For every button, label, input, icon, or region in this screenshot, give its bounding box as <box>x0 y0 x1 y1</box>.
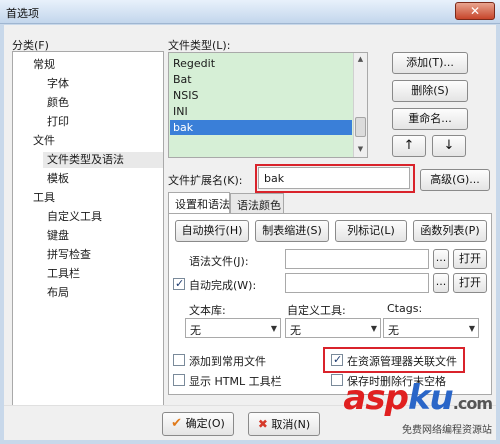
title-bar: 首选项 ✕ <box>0 0 500 24</box>
autocomplete-checkbox[interactable] <box>173 277 185 290</box>
tree-item-layout[interactable]: 布局 <box>47 285 69 301</box>
syntax-browse-button[interactable]: ... <box>433 249 449 269</box>
textlib-select[interactable]: 无 ▼ <box>185 318 281 338</box>
tree-item-keyboard[interactable]: 键盘 <box>47 228 69 244</box>
scroll-thumb[interactable] <box>355 117 366 137</box>
tab-syntax-colors[interactable]: 语法颜色 <box>230 193 284 213</box>
list-scrollbar[interactable]: ▲ ▼ <box>353 53 367 157</box>
scroll-down-icon[interactable]: ▼ <box>354 143 367 156</box>
delete-button[interactable]: 删除(S) <box>392 80 468 102</box>
arrow-down-icon: ↓ <box>443 138 455 153</box>
ctags-value: 无 <box>388 324 399 337</box>
tree-item-custom-tools[interactable]: 自定义工具 <box>47 209 102 225</box>
watermark-logo: aspku.com <box>343 378 493 418</box>
rename-button[interactable]: 重命名... <box>392 108 468 130</box>
add-button[interactable]: 添加(T)... <box>392 52 468 74</box>
watermark-tagline: 免费网络编程资源站 <box>402 425 492 436</box>
move-up-button[interactable]: ↑ <box>392 135 426 157</box>
show-html-checkbox[interactable] <box>173 374 185 386</box>
category-tree[interactable]: 常规 字体 颜色 打印 文件 文件类型及语法 模板 工具 自定义工具 键盘 拼写… <box>12 51 164 407</box>
cancel-button[interactable]: ✖ 取消(N) <box>248 412 320 436</box>
extension-label: 文件扩展名(K): <box>168 174 243 187</box>
add-common-checkbox[interactable] <box>173 354 185 366</box>
ok-button[interactable]: ✔ 确定(O) <box>162 412 234 436</box>
column-marker-button[interactable]: 列标记(L) <box>335 220 407 242</box>
list-item[interactable]: INI <box>173 104 188 119</box>
function-list-button[interactable]: 函数列表(P) <box>413 220 487 242</box>
close-icon: ✕ <box>469 4 481 18</box>
syntax-open-button[interactable]: 打开 <box>453 249 487 269</box>
tree-item-toolbar[interactable]: 工具栏 <box>47 266 80 282</box>
tree-item-file[interactable]: 文件 <box>33 133 55 149</box>
arrow-up-icon: ↑ <box>403 138 415 153</box>
chevron-down-icon: ▼ <box>468 324 475 333</box>
cancel-label: 取消(N) <box>271 418 311 431</box>
chevron-down-icon: ▼ <box>370 324 377 333</box>
close-button[interactable]: ✕ <box>455 2 495 20</box>
textlib-value: 无 <box>190 324 201 337</box>
tree-item-print[interactable]: 打印 <box>47 114 69 130</box>
autocomplete-input[interactable] <box>285 273 429 293</box>
wrap-button[interactable]: 自动换行(H) <box>175 220 249 242</box>
list-item[interactable]: Bat <box>173 72 192 87</box>
tab-settings-syntax[interactable]: 设置和语法 <box>168 192 230 214</box>
window-title: 首选项 <box>6 7 39 20</box>
tree-item-spellcheck[interactable]: 拼写检查 <box>47 247 91 263</box>
autocomplete-browse-button[interactable]: ... <box>433 273 449 293</box>
list-item-selected[interactable]: bak <box>170 120 352 135</box>
watermark: aspku.com 免费网络编程资源站 <box>343 378 493 436</box>
syntax-file-input[interactable] <box>285 249 429 269</box>
syntax-file-label: 语法文件(J): <box>189 255 249 268</box>
tree-item-tools[interactable]: 工具 <box>33 190 55 206</box>
tree-item-font[interactable]: 字体 <box>47 76 69 92</box>
advanced-button[interactable]: 高级(G)... <box>420 169 490 191</box>
ctags-label: Ctags: <box>387 302 423 315</box>
chevron-down-icon: ▼ <box>270 324 277 333</box>
tree-item-filetypes[interactable]: 文件类型及语法 <box>43 152 163 168</box>
trim-checkbox[interactable] <box>331 374 343 386</box>
show-html-label: 显示 HTML 工具栏 <box>189 375 282 388</box>
list-item[interactable]: NSIS <box>173 88 198 103</box>
ok-label: 确定(O) <box>185 417 225 430</box>
autocomplete-open-button[interactable]: 打开 <box>453 273 487 293</box>
autocomplete-label: 自动完成(W): <box>189 279 257 292</box>
customtool-value: 无 <box>290 324 301 337</box>
scroll-up-icon[interactable]: ▲ <box>354 53 367 66</box>
add-common-label: 添加到常用文件 <box>189 355 266 368</box>
ctags-select[interactable]: 无 ▼ <box>383 318 479 338</box>
highlight-box-assoc <box>323 347 465 373</box>
textlib-label: 文本库: <box>189 304 226 317</box>
filetypes-label: 文件类型(L): <box>168 39 231 52</box>
list-item[interactable]: Regedit <box>173 56 215 71</box>
customtool-select[interactable]: 无 ▼ <box>285 318 381 338</box>
tree-item-template[interactable]: 模板 <box>47 171 69 187</box>
cancel-x-icon: ✖ <box>257 417 268 431</box>
tree-item-color[interactable]: 颜色 <box>47 95 69 111</box>
highlight-box-extension <box>255 164 415 193</box>
dialog-body: 分类(F) 常规 字体 颜色 打印 文件 文件类型及语法 模板 工具 自定义工具… <box>4 25 496 440</box>
customtool-label: 自定义工具: <box>287 304 346 317</box>
filetypes-list[interactable]: Regedit Bat NSIS INI bak ▲ ▼ <box>168 52 368 158</box>
tab-indent-button[interactable]: 制表缩进(S) <box>255 220 329 242</box>
move-down-button[interactable]: ↓ <box>432 135 466 157</box>
tab-panel: 自动换行(H) 制表缩进(S) 列标记(L) 函数列表(P) 语法文件(J): … <box>168 213 492 395</box>
tree-item-general[interactable]: 常规 <box>33 57 55 73</box>
checkmark-icon: ✔ <box>171 416 183 431</box>
